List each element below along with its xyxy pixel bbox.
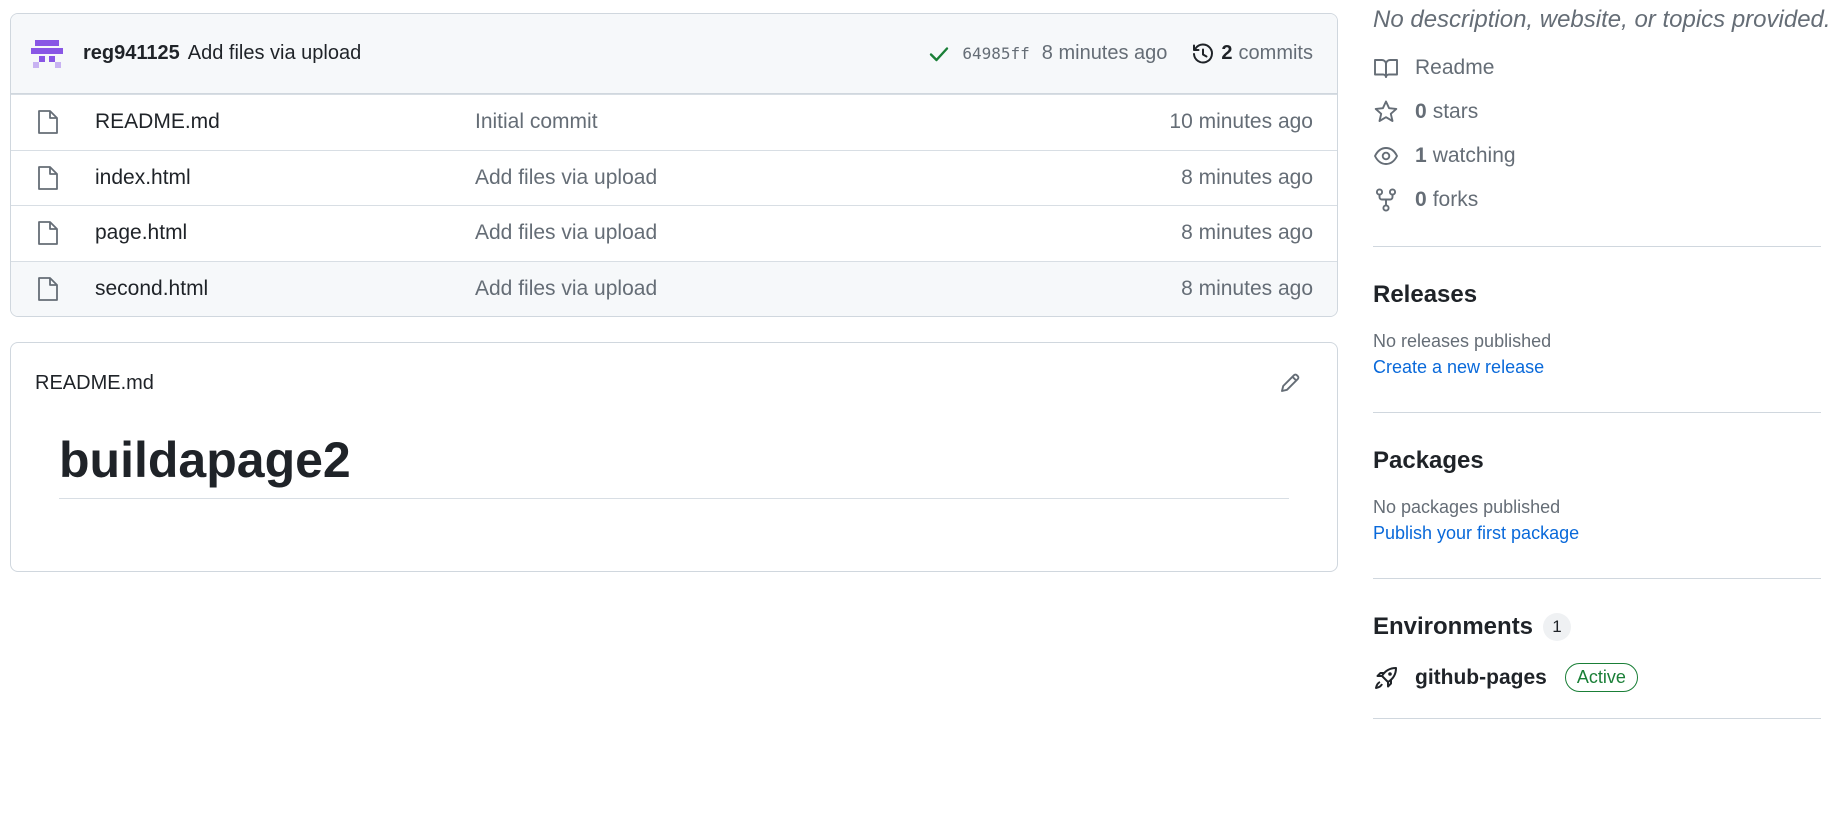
identicon-avatar[interactable] (31, 38, 63, 70)
readme-header: README.md (11, 343, 1337, 423)
environments-title-row[interactable]: Environments 1 (1373, 613, 1821, 641)
file-commit-message[interactable]: Initial commit (475, 110, 1169, 134)
packages-empty-text: No packages published (1373, 497, 1561, 517)
commit-time: 8 minutes ago (1041, 42, 1168, 64)
stars-count: 0 (1415, 100, 1427, 123)
book-icon (1373, 55, 1399, 81)
environments-section: Environments 1 github-pages Active (1373, 579, 1821, 718)
file-icon (37, 109, 59, 135)
about-description: No description, website, or topics provi… (1373, 6, 1831, 33)
packages-section: Packages No packages published Publish y… (1373, 413, 1821, 578)
file-name-link[interactable]: index.html (95, 166, 475, 190)
watching-count: 1 (1415, 144, 1427, 167)
file-commit-message[interactable]: Add files via upload (475, 221, 1181, 245)
rocket-icon (1373, 665, 1399, 691)
create-release-link[interactable]: Create a new release (1373, 357, 1821, 378)
repository-page: reg941125 Add files via upload 64985ff 8… (0, 0, 1834, 821)
forks-label: forks (1432, 188, 1479, 211)
commit-sha-link[interactable]: 64985ff (962, 44, 1029, 63)
file-commit-message[interactable]: Add files via upload (475, 166, 1181, 190)
commit-message-link[interactable]: Add files via upload (188, 42, 361, 65)
file-age: 8 minutes ago (1181, 276, 1313, 300)
readme-content: buildapage2 (11, 423, 1337, 499)
latest-commit-bar: reg941125 Add files via upload 64985ff 8… (11, 14, 1337, 94)
file-age: 10 minutes ago (1169, 110, 1313, 134)
file-age: 8 minutes ago (1181, 165, 1313, 189)
environment-name-link[interactable]: github-pages (1415, 666, 1547, 690)
fork-icon (1373, 187, 1399, 213)
watching-label: watching (1432, 144, 1516, 167)
star-icon (1373, 99, 1399, 125)
stars-link[interactable]: 0 stars (1373, 90, 1821, 134)
watching-link[interactable]: 1 watching (1373, 134, 1821, 178)
stars-label: stars (1432, 100, 1479, 123)
file-name-link[interactable]: README.md (95, 110, 475, 134)
forks-count: 0 (1415, 188, 1427, 211)
repo-sidebar: No description, website, or topics provi… (1373, 0, 1831, 719)
environments-counter: 1 (1543, 613, 1572, 641)
releases-section: Releases No releases published Create a … (1373, 247, 1821, 412)
readme-panel: README.md buildapage2 (10, 342, 1338, 572)
status-badge: Active (1564, 663, 1638, 692)
file-age: 8 minutes ago (1181, 221, 1313, 245)
commit-count-label: commits (1238, 42, 1313, 64)
forks-link[interactable]: 0 forks (1373, 178, 1821, 222)
eye-icon (1373, 143, 1399, 169)
sidebar-divider (1373, 718, 1821, 719)
releases-title[interactable]: Releases (1373, 281, 1821, 309)
file-name-link[interactable]: second.html (95, 277, 475, 301)
check-icon[interactable] (928, 43, 950, 65)
pencil-icon[interactable] (1277, 370, 1303, 396)
file-row[interactable]: second.html Add files via upload 8 minut… (11, 260, 1337, 316)
file-row[interactable]: README.md Initial commit 10 minutes ago (11, 94, 1337, 150)
publish-package-link[interactable]: Publish your first package (1373, 523, 1821, 544)
file-row[interactable]: index.html Add files via upload 8 minute… (11, 149, 1337, 206)
file-icon (37, 276, 59, 302)
commit-author-link[interactable]: reg941125 (83, 42, 180, 65)
environments-title: Environments (1373, 613, 1534, 640)
file-icon (37, 220, 59, 246)
file-commit-message[interactable]: Add files via upload (475, 277, 1181, 301)
readme-heading: buildapage2 (59, 423, 1289, 499)
releases-empty-text: No releases published (1373, 331, 1552, 351)
history-icon (1191, 42, 1215, 66)
file-row[interactable]: page.html Add files via upload 8 minutes… (11, 205, 1337, 261)
packages-title[interactable]: Packages (1373, 447, 1821, 475)
commits-history-link[interactable]: 2 commits (1191, 42, 1313, 66)
commit-count: 2 (1221, 42, 1233, 64)
environment-item[interactable]: github-pages Active (1373, 663, 1821, 692)
readme-link[interactable]: Readme (1373, 46, 1821, 90)
file-browser: reg941125 Add files via upload 64985ff 8… (10, 13, 1338, 317)
readme-link-label: Readme (1415, 56, 1495, 79)
readme-filename-link[interactable]: README.md (35, 372, 1277, 395)
file-name-link[interactable]: page.html (95, 221, 475, 245)
file-icon (37, 165, 59, 191)
